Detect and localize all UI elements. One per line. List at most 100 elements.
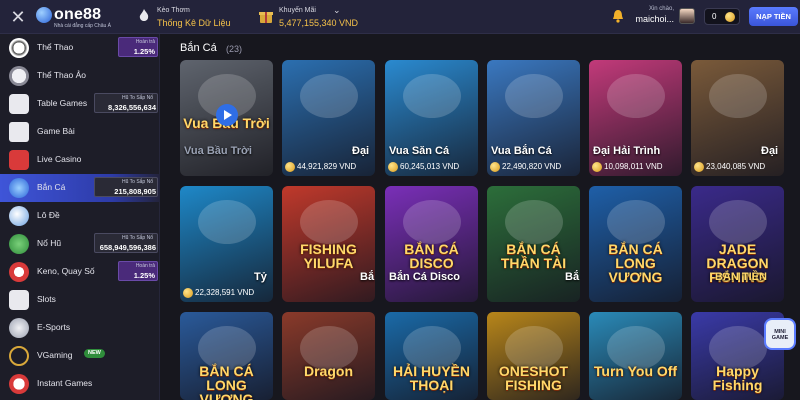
rebate-badge: Hoàn trả 1.25% (118, 37, 158, 57)
game-jackpot: 23,040,085 VND (694, 161, 765, 173)
game-artwork-shape (198, 200, 256, 244)
game-jackpot: 44,921,829 VND (285, 161, 356, 173)
game-card[interactable]: Vua Bầu TrờiVua Bầu Trời (180, 60, 273, 176)
top-header: ✕ one88 Nhà cái đẳng cấp Châu Á Kèo Thơm… (0, 0, 800, 34)
gift-icon (259, 12, 273, 23)
jackpot-badge: Hũ To Sắp Nổ 8,326,556,634 (94, 93, 158, 113)
game-title: Tỷ (254, 271, 267, 283)
sidebar-item-slots[interactable]: Slots (0, 286, 160, 314)
jackpot-badge: Hũ To Sắp Nổ 658,949,596,386 (94, 233, 158, 253)
sidebar-item-e-sports[interactable]: E-Sports (0, 314, 160, 342)
sidebar-item-label: Table Games (37, 98, 88, 108)
game-card[interactable]: Tỷ 22,328,591 VND (180, 186, 273, 302)
game-artwork-shape (505, 74, 563, 118)
sidebar-item-label: Thể Thao (37, 42, 74, 52)
game-card[interactable]: Vua Bắn Cá 22,490,820 VND (487, 60, 580, 176)
sidebar-item-label: Bắn Cá (37, 182, 66, 192)
game-card[interactable]: ONESHOT FISHING (487, 312, 580, 400)
logo-tagline: Nhà cái đẳng cấp Châu Á (54, 23, 111, 29)
logo-text: one88 (54, 6, 102, 23)
sidebar-item-the-thao-ao[interactable]: Thể Thao Ảo (0, 62, 160, 90)
game-card[interactable]: FISHING YILUFA Bắ (282, 186, 375, 302)
sidebar-item-game-bai[interactable]: Game Bài (0, 118, 160, 146)
flame-icon (139, 9, 149, 21)
sidebar-item-table-games[interactable]: Table Games Hũ To Sắp Nổ 8,326,556,634 (0, 90, 160, 118)
jackpot-icon (9, 234, 29, 254)
game-art-title: Dragon (304, 363, 353, 379)
game-card[interactable]: Đại 44,921,829 VND (282, 60, 375, 176)
sidebar-item-live-casino[interactable]: Live Casino (0, 146, 160, 174)
keo-thom-link[interactable]: Kèo Thơm Thống Kê Dữ Liệu (136, 5, 236, 31)
live-casino-icon (9, 150, 29, 170)
jackpot-badge: Hũ To Sắp Nổ 215,808,905 (94, 177, 158, 197)
game-art-title: BẮN CÁ LONG VƯƠNG (199, 363, 254, 400)
username[interactable]: maichoi... (632, 14, 674, 24)
game-title: Bắ (565, 271, 580, 283)
greeting-text: Xin chào, (648, 6, 674, 12)
play-icon[interactable] (216, 104, 238, 126)
new-badge: NEW (84, 349, 105, 358)
sidebar-item-instant-games[interactable]: Instant Games (0, 370, 160, 398)
sidebar-item-label: Keno, Quay Số (37, 266, 95, 276)
sidebar-item-the-thao[interactable]: Thể Thao Hoàn trả 1.25% (0, 34, 160, 62)
game-jackpot: 22,490,820 VND (490, 161, 561, 173)
balance-display[interactable]: 0 (704, 8, 740, 25)
game-artwork-shape (300, 200, 358, 244)
soccer-ball-icon (9, 38, 29, 58)
game-card[interactable]: BẮN CÁ THẦN TÀI Bắ (487, 186, 580, 302)
game-card[interactable]: Đại Hải Trình 10,098,011 VND (589, 60, 682, 176)
game-art-title: HẢI HUYỀN THOẠI (392, 363, 470, 393)
cards-icon (9, 122, 29, 142)
game-card[interactable]: Vua Săn Cá 60,245,013 VND (385, 60, 478, 176)
sidebar-item-vgaming[interactable]: VGaming NEW (0, 342, 160, 370)
mini-game-button[interactable]: MINI GAME (764, 318, 796, 350)
esports-icon (9, 318, 29, 338)
game-title: Vua Bắn Cá (491, 145, 552, 157)
game-art-title: Happy Fishing (712, 363, 763, 393)
sidebar-item-label: Thể Thao Ảo (37, 70, 86, 80)
close-icon[interactable]: ✕ (8, 7, 28, 27)
sidebar-item-label: Instant Games (37, 378, 93, 388)
game-artwork-shape (403, 200, 461, 244)
game-title: Bắn Cá Disco (389, 271, 460, 283)
game-card[interactable]: HẢI HUYỀN THOẠI (385, 312, 478, 400)
deposit-button[interactable]: NẠP TIỀN (749, 7, 798, 26)
game-card[interactable]: BẮN CÁ LONG VƯƠNG (180, 312, 273, 400)
instant-games-icon (9, 374, 29, 394)
avatar[interactable] (679, 8, 695, 24)
sidebar-item-label: Slots (37, 294, 56, 304)
game-artwork-shape (607, 74, 665, 118)
virtual-sports-icon (9, 66, 29, 86)
game-artwork-shape (709, 74, 767, 118)
game-card[interactable]: Đại 23,040,085 VND (691, 60, 784, 176)
sidebar-item-lo-de[interactable]: Lô Đề (0, 202, 160, 230)
mini-game-label: MINI GAME (771, 329, 789, 341)
keno-icon (9, 262, 29, 282)
game-art-title: ONESHOT FISHING (498, 363, 569, 393)
sidebar-item-ban-ca[interactable]: Bắn Cá Hũ To Sắp Nổ 215,808,905 (0, 174, 160, 202)
game-title: Đại (761, 145, 779, 157)
game-art-title: BẮN CÁ DISCO (404, 241, 459, 271)
bell-icon[interactable] (610, 8, 626, 24)
game-title: Bắ (360, 271, 375, 283)
game-card[interactable]: JADE DRAGON FISHING BẮN TIỀN (691, 186, 784, 302)
sidebar-item-label: Game Bài (37, 126, 75, 136)
sidebar-item-no-hu[interactable]: Nổ Hũ Hũ To Sắp Nổ 658,949,596,386 (0, 230, 160, 258)
chevron-down-icon: ⌄ (333, 5, 341, 15)
game-card[interactable]: BẮN CÁ DISCO Bắn Cá Disco (385, 186, 478, 302)
game-art-title: BẮN CÁ THẦN TÀI (500, 241, 567, 271)
keo-thom-label: Kèo Thơm (157, 7, 190, 14)
sidebar-item-label: Nổ Hũ (37, 238, 62, 248)
sidebar-item-label: Live Casino (37, 154, 82, 164)
game-card[interactable]: BẮN CÁ LONG VƯƠNG (589, 186, 682, 302)
sidebar-item-keno[interactable]: Keno, Quay Số Hoàn trả 1.25% (0, 258, 160, 286)
game-jackpot: 10,098,011 VND (592, 161, 663, 173)
game-card[interactable]: Dragon (282, 312, 375, 400)
game-card[interactable]: Turn You Off (589, 312, 682, 400)
result-count: (23) (226, 44, 243, 54)
game-jackpot: 22,328,591 VND (183, 287, 254, 299)
khuyen-mai-dropdown[interactable]: Khuyến Mãi ⌄ 5,477,155,340 VND (258, 5, 358, 31)
sidebar-item-label: E-Sports (37, 322, 71, 332)
game-artwork-shape (403, 74, 461, 118)
keo-thom-value: Thống Kê Dữ Liệu (157, 18, 231, 28)
